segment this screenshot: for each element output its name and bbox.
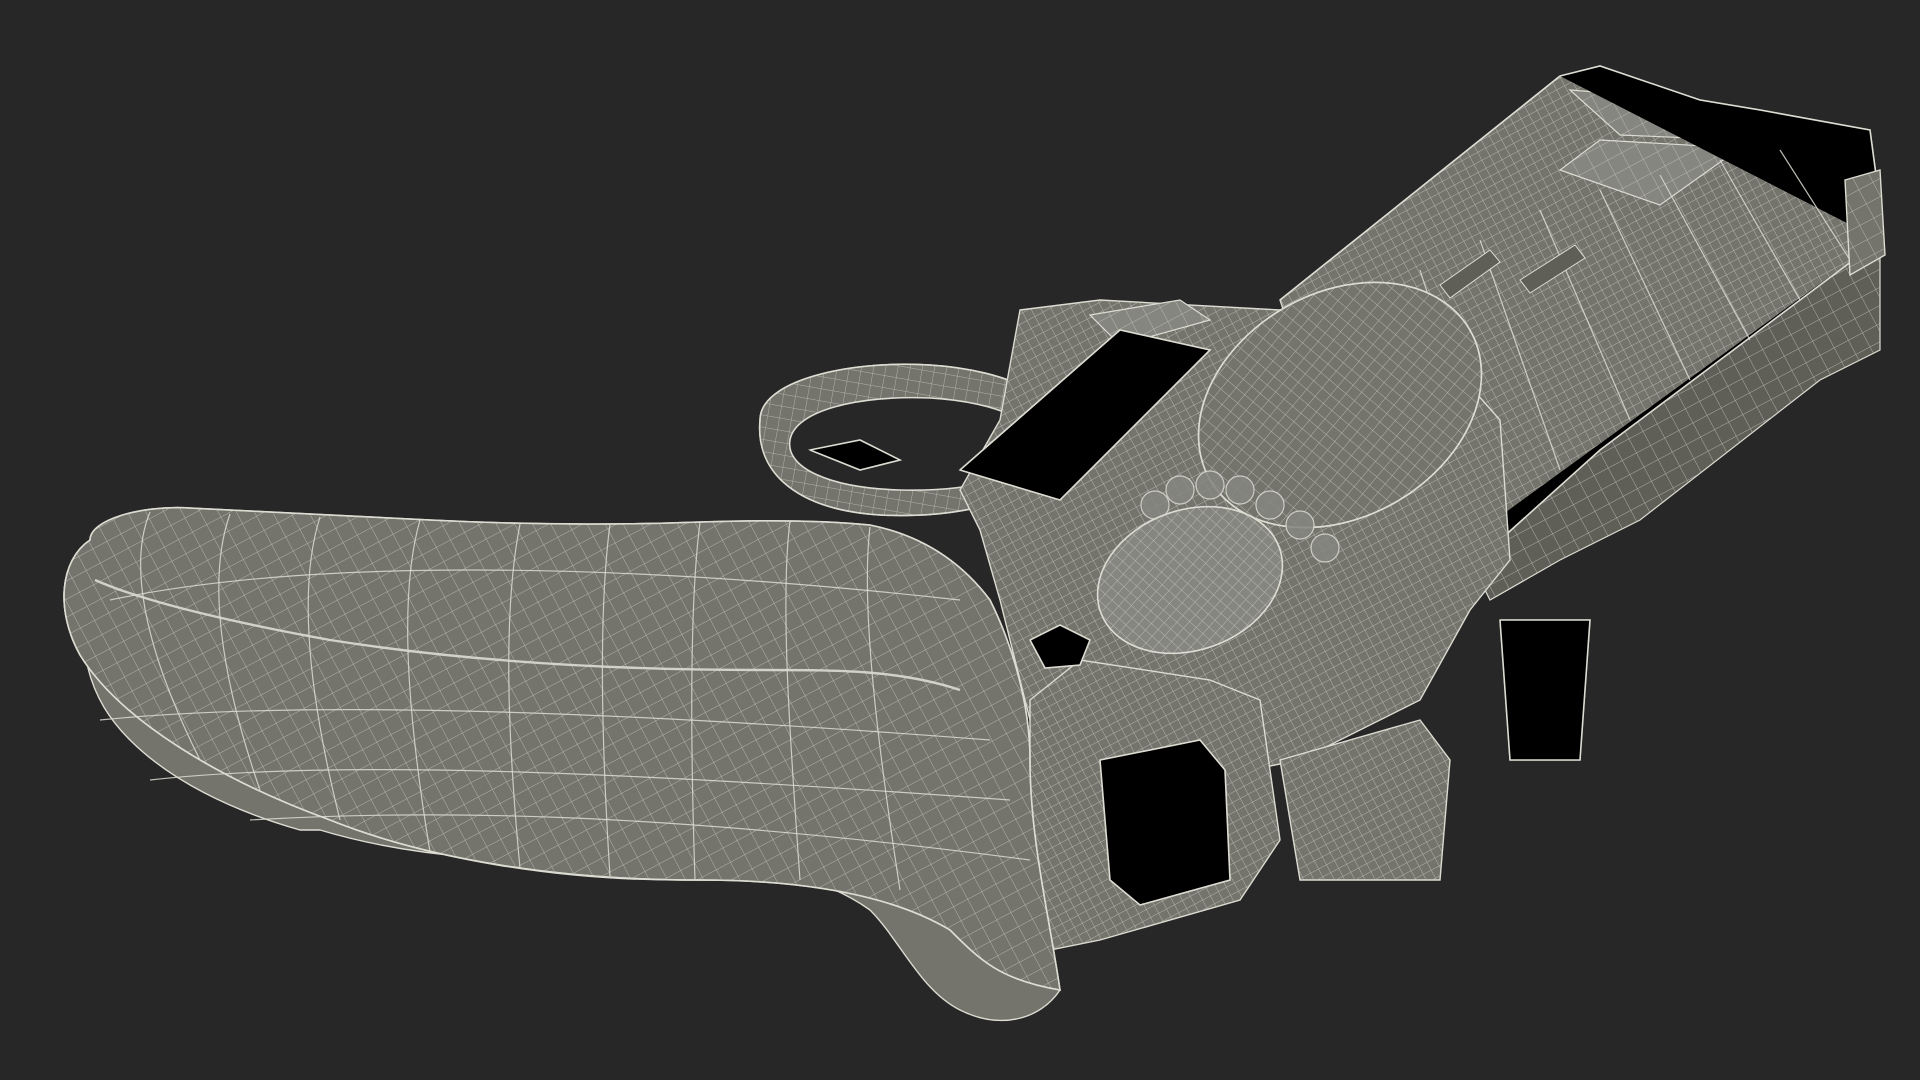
render-viewport (0, 0, 1920, 1080)
revolver-wireframe-model (0, 0, 1920, 1080)
